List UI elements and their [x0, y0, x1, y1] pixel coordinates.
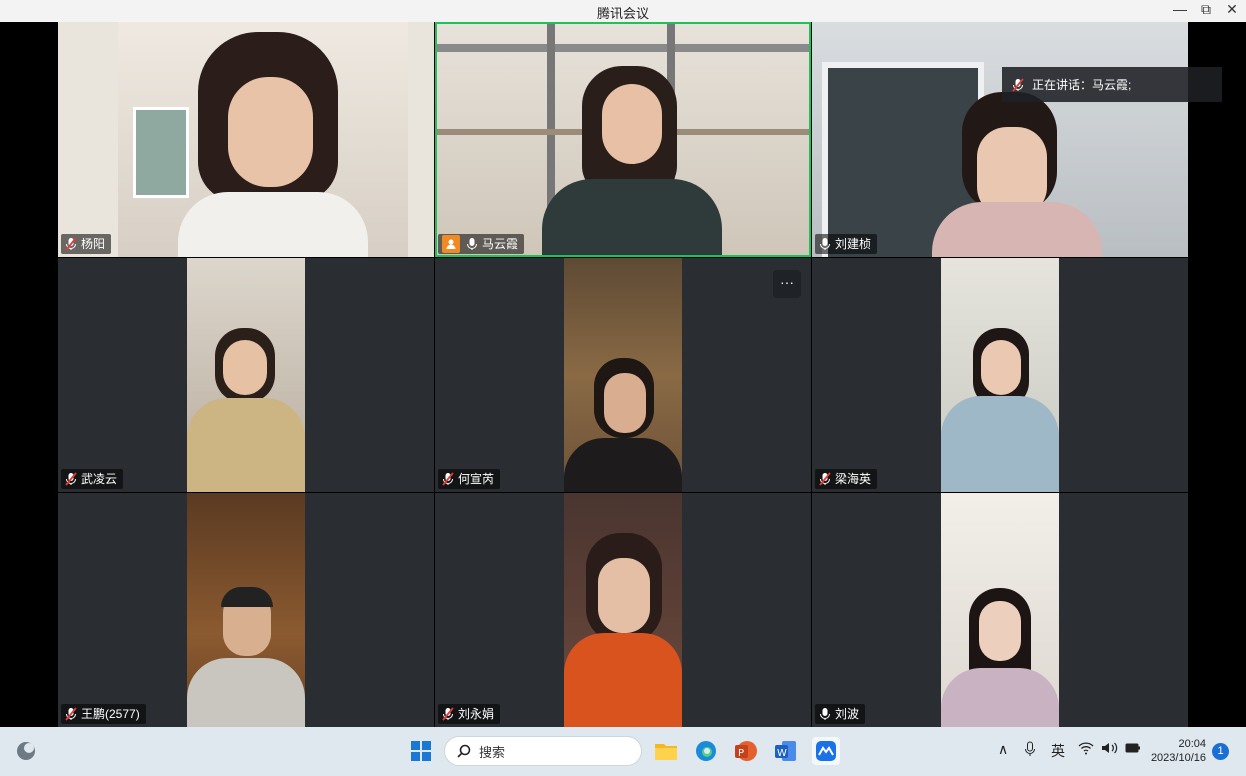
- svg-text:P: P: [738, 748, 744, 759]
- tencent-meeting-icon[interactable]: [812, 737, 840, 765]
- word-icon[interactable]: W: [772, 737, 800, 765]
- speaking-label: 正在讲话：马云霞;: [1032, 78, 1132, 92]
- widgets-icon[interactable]: [12, 737, 40, 765]
- taskbar-search[interactable]: 搜索: [444, 736, 642, 766]
- more-options-button[interactable]: ···: [773, 270, 801, 298]
- powerpoint-icon[interactable]: P: [732, 737, 760, 765]
- participant-nametag: 王鹏(2577): [61, 704, 146, 724]
- video-tile[interactable]: ··· 何宣芮: [435, 258, 811, 492]
- participant-nametag: 何宣芮: [438, 469, 501, 489]
- participant-name: 梁海英: [835, 472, 872, 486]
- host-icon: [442, 235, 460, 253]
- mic-muted-icon: [65, 472, 77, 486]
- clock-time: 20:04: [1178, 738, 1206, 750]
- notification-badge[interactable]: 1: [1212, 743, 1229, 760]
- clock-date: 2023/10/16: [1150, 752, 1206, 764]
- microphone-tray-icon[interactable]: [1024, 741, 1036, 760]
- participant-nametag: 梁海英: [815, 469, 878, 489]
- mic-muted-icon: [442, 707, 454, 721]
- participant-name: 刘波: [835, 707, 860, 721]
- video-feed: [941, 493, 1059, 727]
- video-tile[interactable]: 杨阳: [58, 22, 434, 257]
- minimize-button[interactable]: —: [1168, 1, 1192, 17]
- title-bar: 腾讯会议 — ⧉ ✕: [0, 0, 1246, 22]
- taskbar-clock[interactable]: 20:04 2023/10/16: [1150, 737, 1206, 765]
- mic-muted-icon: [65, 707, 77, 721]
- input-method[interactable]: 英: [1051, 741, 1065, 761]
- video-feed: [187, 493, 305, 727]
- participant-nametag: 武凌云: [61, 469, 124, 489]
- video-feed: [118, 22, 408, 257]
- participant-name: 杨阳: [81, 237, 106, 251]
- window-title: 腾讯会议: [596, 6, 649, 21]
- video-tile[interactable]: 刘永娟: [435, 493, 811, 727]
- participant-nametag: 刘永娟: [438, 704, 501, 724]
- video-tile[interactable]: 梁海英: [812, 258, 1188, 492]
- wifi-icon[interactable]: [1078, 741, 1094, 758]
- participant-nametag: 刘建桢: [815, 234, 878, 254]
- participant-name: 刘建桢: [835, 237, 872, 251]
- participant-name: 王鹏(2577): [81, 707, 140, 721]
- video-tile[interactable]: 王鹏(2577): [58, 493, 434, 727]
- participant-nametag: 刘波: [815, 704, 866, 724]
- video-feed: [812, 22, 1188, 257]
- search-placeholder: 搜索: [479, 744, 506, 760]
- participant-name: 武凌云: [81, 472, 118, 486]
- video-grid: 杨阳 马云霞 刘建桢 武凌云 ··· 何宣芮 梁海英 王鹏(2577) 刘永娟 …: [58, 22, 1188, 727]
- svg-text:W: W: [777, 748, 787, 759]
- video-tile-active[interactable]: 马云霞: [435, 22, 811, 257]
- mic-muted-icon: [819, 472, 831, 486]
- participant-name: 刘永娟: [458, 707, 495, 721]
- battery-icon[interactable]: [1125, 741, 1141, 758]
- video-feed: [564, 493, 682, 727]
- video-tile[interactable]: 刘波: [812, 493, 1188, 727]
- show-hidden-icons-button[interactable]: ∧: [998, 741, 1008, 758]
- volume-icon[interactable]: [1101, 741, 1119, 758]
- speaking-indicator: 正在讲话：马云霞;: [1002, 67, 1222, 102]
- mic-muted-icon: [65, 237, 77, 251]
- file-explorer-icon[interactable]: [652, 737, 680, 765]
- mic-muted-icon: [442, 472, 454, 486]
- close-button[interactable]: ✕: [1220, 1, 1244, 18]
- restore-button[interactable]: ⧉: [1194, 1, 1218, 18]
- speaker-mic-icon: [1012, 77, 1024, 92]
- mic-icon: [820, 238, 830, 250]
- search-icon: [457, 744, 471, 758]
- taskbar: 搜索 P W ∧ 英 20:04 2023/10/16 1: [0, 727, 1246, 776]
- participant-nametag: 马云霞: [438, 234, 525, 254]
- video-feed: [187, 258, 305, 492]
- video-tile[interactable]: 刘建桢: [812, 22, 1188, 257]
- video-feed: [437, 24, 809, 255]
- start-icon[interactable]: [407, 737, 435, 765]
- video-feed: [564, 258, 682, 492]
- mic-icon: [820, 708, 830, 720]
- video-tile[interactable]: 武凌云: [58, 258, 434, 492]
- participant-nametag: 杨阳: [61, 234, 112, 254]
- mic-icon: [467, 238, 477, 250]
- edge-browser-icon[interactable]: [692, 737, 720, 765]
- video-feed: [941, 258, 1059, 492]
- participant-name: 何宣芮: [458, 472, 495, 486]
- participant-name: 马云霞: [482, 237, 519, 251]
